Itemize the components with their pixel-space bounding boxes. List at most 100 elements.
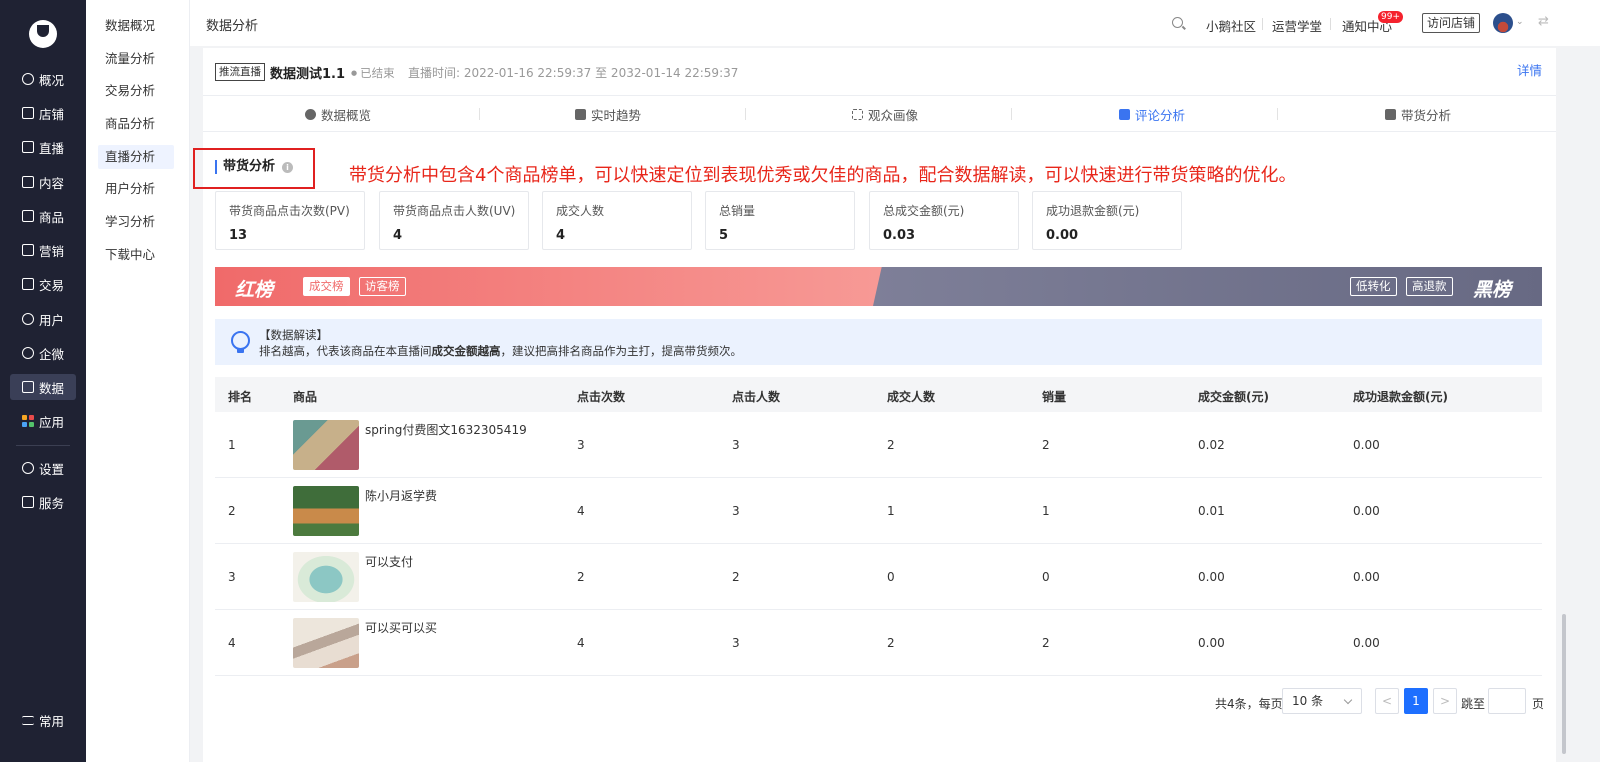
header-buyers: 成交人数 bbox=[887, 390, 936, 404]
apps-icon bbox=[22, 415, 34, 427]
search-icon[interactable] bbox=[1172, 17, 1183, 28]
subnav-item-overview[interactable]: 数据概况 bbox=[98, 14, 174, 38]
analysis-tabs: 数据概览 实时趋势 观众画像 评论分析 带货分析 bbox=[203, 96, 1556, 132]
live-name: 数据测试1.1 bbox=[270, 67, 346, 82]
bag-icon bbox=[1384, 108, 1396, 120]
nav-item-label: 企微 bbox=[39, 346, 65, 362]
cell-clicks: 4 bbox=[577, 636, 585, 650]
stat-card: 总销量 5 bbox=[705, 191, 855, 250]
product-thumbnail[interactable] bbox=[293, 486, 359, 536]
product-name[interactable]: 可以支付 bbox=[365, 553, 413, 570]
switch-icon[interactable]: ⇄ bbox=[1538, 14, 1549, 29]
subnav-item-trade[interactable]: 交易分析 bbox=[98, 79, 174, 103]
cell-rank: 3 bbox=[228, 570, 236, 584]
stat-value: 0.00 bbox=[1046, 228, 1079, 243]
nav-item-apps[interactable]: 应用 bbox=[10, 408, 76, 434]
nav-item-common[interactable]: 常用 bbox=[10, 707, 76, 733]
tip-text-bold: 成交金额越高 bbox=[431, 344, 501, 358]
tip-title: 【数据解读】 bbox=[259, 328, 328, 342]
product-name[interactable]: 陈小月返学费 bbox=[365, 487, 437, 504]
header-clicks: 点击次数 bbox=[577, 390, 626, 404]
tip-text-suffix: ，建议把高排名商品作为主打，提高带货频次。 bbox=[500, 344, 743, 358]
page-unit-label: 页 bbox=[1532, 697, 1545, 711]
stat-value: 5 bbox=[719, 228, 729, 243]
nav-item-marketing[interactable]: 营销 bbox=[10, 237, 76, 263]
live-status: 已结束 bbox=[351, 65, 395, 81]
cell-rank: 2 bbox=[228, 504, 236, 518]
subnav-item-download[interactable]: 下载中心 bbox=[98, 243, 174, 267]
ranking-bar: 红榜 成交榜 访客榜 低转化 高退款 黑榜 bbox=[215, 267, 1542, 306]
nav-item-product[interactable]: 商品 bbox=[10, 203, 76, 229]
nav-item-label: 服务 bbox=[39, 495, 65, 511]
product-thumbnail[interactable] bbox=[293, 618, 359, 668]
cell-clicks: 3 bbox=[577, 438, 585, 452]
detail-link[interactable]: 详情 bbox=[1517, 60, 1542, 79]
tab-high-refund[interactable]: 高退款 bbox=[1406, 277, 1453, 296]
cell-clicks: 2 bbox=[577, 570, 585, 584]
megaphone-icon bbox=[22, 244, 34, 256]
tab-data-overview[interactable]: 数据概览 bbox=[203, 96, 473, 132]
page-size-select[interactable]: 10 条 bbox=[1282, 688, 1362, 714]
brand-logo-icon[interactable] bbox=[29, 20, 57, 48]
tab-realtime-trend[interactable]: 实时趋势 bbox=[473, 96, 743, 132]
nav-item-service[interactable]: 服务 bbox=[10, 489, 76, 515]
stat-label: 带货商品点击次数(PV) bbox=[229, 204, 350, 218]
tab-visitor-rank[interactable]: 访客榜 bbox=[359, 277, 406, 296]
tab-label: 评论分析 bbox=[1134, 107, 1185, 123]
nav-item-wecom[interactable]: 企微 bbox=[10, 340, 76, 366]
tab-audience-portrait[interactable]: 观众画像 bbox=[750, 96, 1020, 132]
header-product: 商品 bbox=[293, 390, 318, 404]
nav-item-content[interactable]: 内容 bbox=[10, 169, 76, 195]
tab-sales-analysis[interactable]: 带货分析 bbox=[1283, 96, 1553, 132]
stat-value: 4 bbox=[393, 228, 403, 243]
stat-label: 总成交金额(元) bbox=[883, 204, 965, 218]
product-name[interactable]: spring付费图文1632305419 bbox=[365, 421, 527, 438]
subnav-item-user[interactable]: 用户分析 bbox=[98, 177, 174, 201]
nav-item-live[interactable]: 直播 bbox=[10, 134, 76, 160]
nav-item-label: 营销 bbox=[39, 243, 65, 259]
nav-item-label: 设置 bbox=[39, 461, 65, 477]
live-type-tag: 推流直播 bbox=[215, 63, 265, 81]
tab-low-conversion[interactable]: 低转化 bbox=[1350, 277, 1397, 296]
pagination: 共4条，每页 10 条 < 1 > 跳至 页 bbox=[203, 686, 1556, 716]
main-panel: 推流直播 数据测试1.1 已结束 直播时间: 2022-01-16 22:59:… bbox=[193, 48, 1556, 762]
tab-deal-rank[interactable]: 成交榜 bbox=[303, 277, 350, 296]
nav-item-data[interactable]: 数据 bbox=[10, 374, 76, 400]
nav-item-settings[interactable]: 设置 bbox=[10, 455, 76, 481]
avatar[interactable] bbox=[1493, 13, 1513, 33]
jump-page-input[interactable] bbox=[1488, 688, 1526, 714]
cell-visitors: 2 bbox=[732, 570, 740, 584]
lightbulb-icon bbox=[231, 331, 250, 353]
nav-item-user[interactable]: 用户 bbox=[10, 306, 76, 332]
community-link[interactable]: 小鹅社区 bbox=[1206, 16, 1256, 35]
scrollbar[interactable] bbox=[1562, 614, 1566, 754]
subnav-item-traffic[interactable]: 流量分析 bbox=[98, 47, 174, 71]
next-page-button[interactable]: > bbox=[1433, 688, 1457, 714]
product-thumbnail[interactable] bbox=[293, 420, 359, 470]
product-thumbnail[interactable] bbox=[293, 552, 359, 602]
subnav-item-learning[interactable]: 学习分析 bbox=[98, 210, 174, 234]
cell-rank: 1 bbox=[228, 438, 236, 452]
nav-item-overview[interactable]: 概况 bbox=[10, 66, 76, 92]
user-icon bbox=[22, 313, 34, 325]
list-icon bbox=[22, 715, 34, 725]
tab-comment-analysis[interactable]: 评论分析 bbox=[1017, 96, 1287, 132]
chevron-down-icon[interactable]: ⌄ bbox=[1516, 17, 1524, 27]
prev-page-button[interactable]: < bbox=[1375, 688, 1399, 714]
settings-icon bbox=[22, 462, 34, 474]
nav-item-store[interactable]: 店铺 bbox=[10, 100, 76, 126]
product-name[interactable]: 可以买可以买 bbox=[365, 619, 437, 636]
cell-sales: 1 bbox=[1042, 504, 1050, 518]
subnav-item-product[interactable]: 商品分析 bbox=[98, 112, 174, 136]
nav-item-label: 交易 bbox=[39, 277, 65, 293]
header-rank: 排名 bbox=[228, 390, 253, 404]
page-1-button[interactable]: 1 bbox=[1404, 688, 1428, 714]
visit-store-button[interactable]: 访问店铺 bbox=[1422, 13, 1480, 33]
cell-sales: 2 bbox=[1042, 636, 1050, 650]
cell-refund: 0.00 bbox=[1353, 636, 1380, 650]
cell-buyers: 2 bbox=[887, 438, 895, 452]
subnav-item-live[interactable]: 直播分析 bbox=[98, 145, 174, 169]
academy-link[interactable]: 运营学堂 bbox=[1272, 16, 1322, 35]
tab-label: 实时趋势 bbox=[590, 107, 641, 123]
nav-item-trade[interactable]: 交易 bbox=[10, 271, 76, 297]
